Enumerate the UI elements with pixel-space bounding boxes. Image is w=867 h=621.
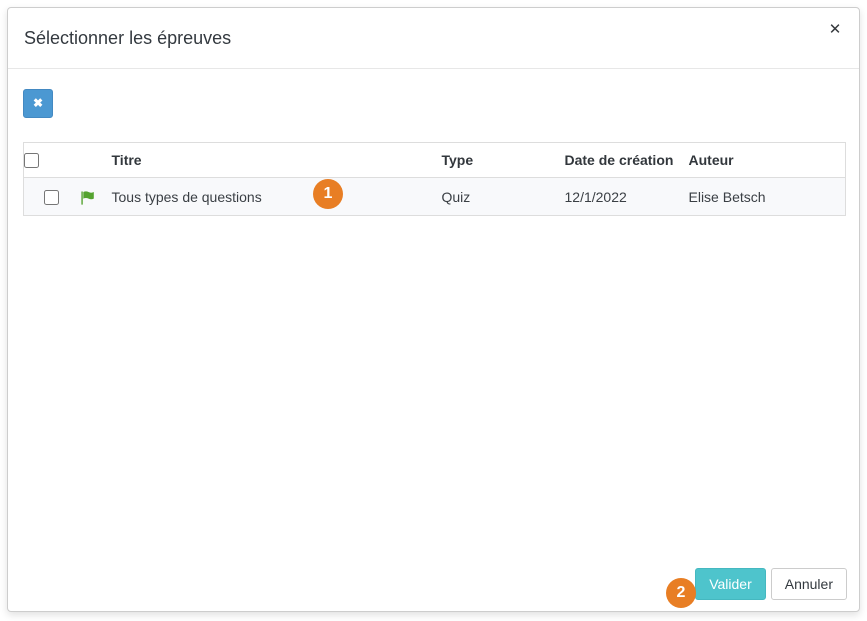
row-title: Tous types de questions xyxy=(112,178,442,216)
flag-icon xyxy=(80,191,95,205)
clear-selection-button[interactable]: ✖ xyxy=(23,89,53,118)
validate-button[interactable]: Valider xyxy=(695,568,766,600)
table-row[interactable]: Tous types de questions Quiz 12/1/2022 E… xyxy=(24,178,846,216)
row-author: Elise Betsch xyxy=(689,178,846,216)
modal-body: ✖ Titre Type Date de création Auteur xyxy=(8,69,859,549)
column-header-titre: Titre xyxy=(112,143,442,178)
row-date: 12/1/2022 xyxy=(565,178,689,216)
flag-column-header xyxy=(80,143,112,178)
row-checkbox[interactable] xyxy=(44,190,59,205)
x-icon: ✖ xyxy=(33,96,43,110)
column-header-type: Type xyxy=(442,143,565,178)
tests-table: Titre Type Date de création Auteur Tous … xyxy=(23,142,846,216)
annotation-step-1: 1 xyxy=(313,179,343,209)
table-header-row: Titre Type Date de création Auteur xyxy=(24,143,846,178)
modal-header: Sélectionner les épreuves ✕ xyxy=(8,8,859,69)
modal-footer: Valider Annuler xyxy=(695,568,847,600)
annotation-step-2: 2 xyxy=(666,578,696,608)
row-type: Quiz xyxy=(442,178,565,216)
select-all-checkbox[interactable] xyxy=(24,153,39,168)
select-tests-modal: Sélectionner les épreuves ✕ ✖ Titre Type… xyxy=(7,7,860,612)
close-icon[interactable]: ✕ xyxy=(824,19,846,41)
column-header-date: Date de création xyxy=(565,143,689,178)
modal-title: Sélectionner les épreuves xyxy=(24,28,231,49)
cancel-button[interactable]: Annuler xyxy=(771,568,847,600)
column-header-auteur: Auteur xyxy=(689,143,846,178)
